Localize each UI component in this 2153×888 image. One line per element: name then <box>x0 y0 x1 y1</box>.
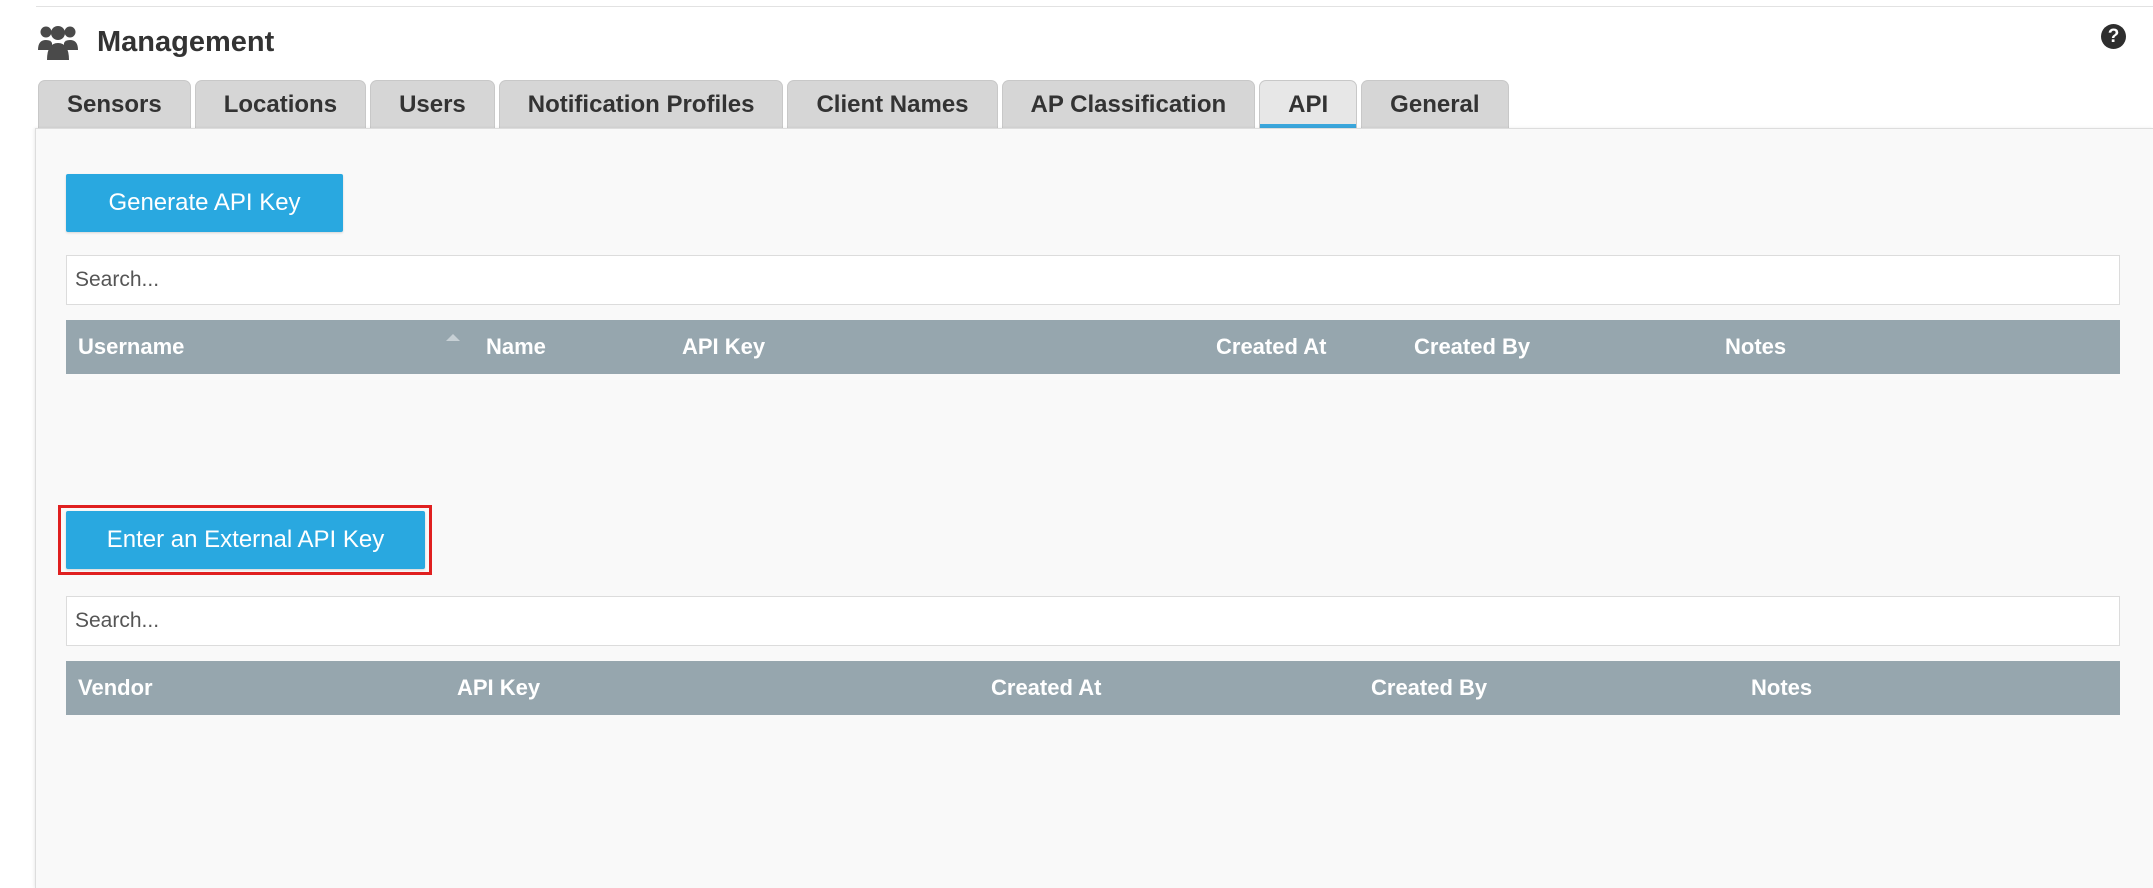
column-notes[interactable]: Notes <box>1751 661 1812 715</box>
management-tabs: Sensors Locations Users Notification Pro… <box>38 80 1509 129</box>
tab-sensors[interactable]: Sensors <box>38 80 191 129</box>
api-keys-search-input[interactable] <box>66 255 2120 305</box>
tab-ap-classification[interactable]: AP Classification <box>1001 80 1256 129</box>
tab-users[interactable]: Users <box>370 80 495 129</box>
page-header: Management <box>36 16 274 68</box>
column-name[interactable]: Name <box>486 320 546 374</box>
column-created-by[interactable]: Created By <box>1414 320 1530 374</box>
column-api-key[interactable]: API Key <box>457 661 540 715</box>
users-group-icon <box>36 20 80 64</box>
sort-ascending-icon[interactable] <box>446 334 460 341</box>
external-keys-search-input[interactable] <box>66 596 2120 646</box>
api-keys-table-header: Username Name API Key Created At Created… <box>66 320 2120 374</box>
tab-notification-profiles[interactable]: Notification Profiles <box>498 80 784 129</box>
column-created-at[interactable]: Created At <box>1216 320 1326 374</box>
column-created-by[interactable]: Created By <box>1371 661 1487 715</box>
enter-external-api-key-button[interactable]: Enter an External API Key <box>66 511 425 569</box>
page-title: Management <box>97 25 275 58</box>
column-notes[interactable]: Notes <box>1725 320 1786 374</box>
tab-general[interactable]: General <box>1361 80 1509 129</box>
tab-api[interactable]: API <box>1259 80 1358 129</box>
tab-locations[interactable]: Locations <box>194 80 367 129</box>
column-username[interactable]: Username <box>78 320 184 374</box>
column-created-at[interactable]: Created At <box>991 661 1101 715</box>
column-api-key[interactable]: API Key <box>682 320 765 374</box>
tab-client-names[interactable]: Client Names <box>787 80 998 129</box>
top-divider <box>36 6 2153 7</box>
column-vendor[interactable]: Vendor <box>78 661 153 715</box>
help-icon[interactable]: ? <box>2101 24 2126 49</box>
external-keys-table-header: Vendor API Key Created At Created By Not… <box>66 661 2120 715</box>
generate-api-key-button[interactable]: Generate API Key <box>66 174 343 232</box>
